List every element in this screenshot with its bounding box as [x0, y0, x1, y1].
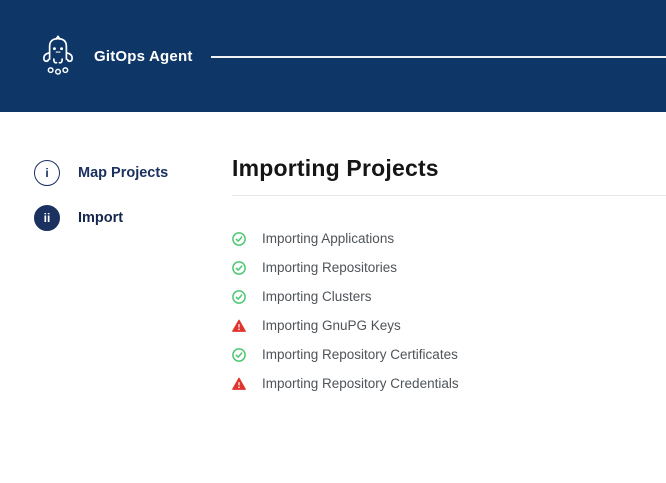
page-body: i Map Projects ii Import Importing Proje… — [0, 112, 666, 398]
status-row-repository-credentials: Importing Repository Credentials — [232, 369, 666, 398]
gitops-agent-logo-icon — [38, 34, 78, 78]
status-label: Importing Repositories — [262, 260, 397, 275]
step-2-label: Import — [78, 210, 123, 226]
status-label: Importing Applications — [262, 231, 394, 246]
error-warning-triangle-icon — [232, 377, 246, 391]
step-1-indicator: i — [34, 160, 60, 186]
step-1-label: Map Projects — [78, 165, 168, 181]
status-row-clusters: Importing Clusters — [232, 282, 666, 311]
error-warning-triangle-icon — [232, 319, 246, 333]
status-row-gnupg-keys: Importing GnuPG Keys — [232, 311, 666, 340]
success-circle-check-icon — [232, 261, 246, 275]
status-label: Importing Repository Credentials — [262, 376, 459, 391]
status-label: Importing GnuPG Keys — [262, 318, 401, 333]
header-divider-line — [211, 56, 666, 58]
title-divider — [232, 195, 666, 196]
step-map-projects[interactable]: i Map Projects — [34, 160, 232, 186]
app-header: GitOps Agent — [0, 0, 666, 112]
status-label: Importing Repository Certificates — [262, 347, 458, 362]
step-import[interactable]: ii Import — [34, 205, 232, 231]
import-status-panel: Importing Projects Importing Application… — [232, 112, 666, 398]
status-row-repositories: Importing Repositories — [232, 253, 666, 282]
success-circle-check-icon — [232, 232, 246, 246]
status-row-repository-certificates: Importing Repository Certificates — [232, 340, 666, 369]
status-label: Importing Clusters — [262, 289, 372, 304]
success-circle-check-icon — [232, 290, 246, 304]
import-status-list: Importing Applications Importing Reposit… — [232, 224, 666, 398]
step-2-indicator: ii — [34, 205, 60, 231]
page-title: Importing Projects — [232, 154, 666, 182]
wizard-steps-sidebar: i Map Projects ii Import — [0, 112, 232, 398]
status-row-applications: Importing Applications — [232, 224, 666, 253]
success-circle-check-icon — [232, 348, 246, 362]
app-title: GitOps Agent — [94, 48, 193, 65]
